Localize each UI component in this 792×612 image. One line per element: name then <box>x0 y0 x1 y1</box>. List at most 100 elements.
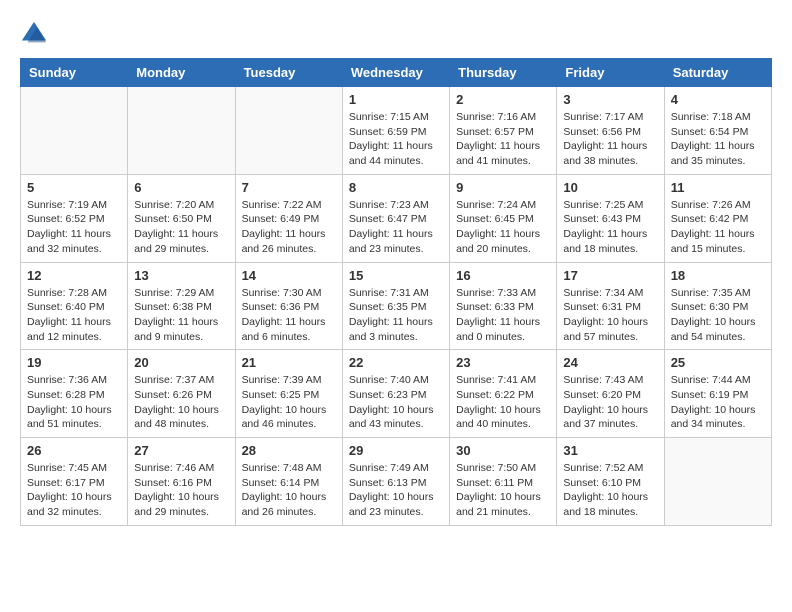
calendar-cell: 26Sunrise: 7:45 AM Sunset: 6:17 PM Dayli… <box>21 438 128 526</box>
day-number: 19 <box>27 355 121 370</box>
day-number: 4 <box>671 92 765 107</box>
calendar-cell <box>128 87 235 175</box>
calendar-cell: 1 Sunrise: 7:15 AM Sunset: 6:59 PM Daylig… <box>342 87 449 175</box>
calendar-cell: 11 Sunrise: 7:26 AM Sunset: 6:42 PM Dayli… <box>664 174 771 262</box>
day-number: 20 <box>134 355 228 370</box>
day-of-week-header: Monday <box>128 59 235 87</box>
day-info: Sunrise: 7:34 AM Sunset: 6:31 PM Dayligh… <box>563 286 657 345</box>
day-info: Sunrise: 7:20 AM Sunset: 6:50 PM Dayligh… <box>134 198 228 257</box>
calendar-cell <box>664 438 771 526</box>
day-number: 2 <box>456 92 550 107</box>
calendar-cell: 27 Sunrise: 7:46 AM Sunset: 6:16 PM Dayli… <box>128 438 235 526</box>
calendar-cell: 7 Sunrise: 7:22 AM Sunset: 6:49 PM Daylig… <box>235 174 342 262</box>
calendar-cell: 2 Sunrise: 7:16 AM Sunset: 6:57 PM Daylig… <box>450 87 557 175</box>
calendar-cell: 9Sunrise: 7:24 AM Sunset: 6:45 PM Daylig… <box>450 174 557 262</box>
day-info: Sunrise: 7:40 AM Sunset: 6:23 PM Dayligh… <box>349 373 443 432</box>
day-info: Sunrise: 7:43 AM Sunset: 6:20 PM Dayligh… <box>563 373 657 432</box>
day-number: 13 <box>134 268 228 283</box>
calendar-cell: 20 Sunrise: 7:37 AM Sunset: 6:26 PM Dayli… <box>128 350 235 438</box>
calendar-cell: 16Sunrise: 7:33 AM Sunset: 6:33 PM Dayli… <box>450 262 557 350</box>
day-info: Sunrise: 7:37 AM Sunset: 6:26 PM Dayligh… <box>134 373 228 432</box>
day-number: 22 <box>349 355 443 370</box>
calendar-cell: 4 Sunrise: 7:18 AM Sunset: 6:54 PM Daylig… <box>664 87 771 175</box>
day-number: 21 <box>242 355 336 370</box>
day-number: 10 <box>563 180 657 195</box>
week-row: 26Sunrise: 7:45 AM Sunset: 6:17 PM Dayli… <box>21 438 772 526</box>
week-row: 12 Sunrise: 7:28 AM Sunset: 6:40 PM Dayli… <box>21 262 772 350</box>
calendar-cell: 29 Sunrise: 7:49 AM Sunset: 6:13 PM Dayli… <box>342 438 449 526</box>
day-number: 7 <box>242 180 336 195</box>
day-info: Sunrise: 7:24 AM Sunset: 6:45 PM Dayligh… <box>456 198 550 257</box>
calendar-cell: 15 Sunrise: 7:31 AM Sunset: 6:35 PM Dayli… <box>342 262 449 350</box>
calendar-header-row: SundayMondayTuesdayWednesdayThursdayFrid… <box>21 59 772 87</box>
week-row: 5Sunrise: 7:19 AM Sunset: 6:52 PM Daylig… <box>21 174 772 262</box>
week-row: 1 Sunrise: 7:15 AM Sunset: 6:59 PM Daylig… <box>21 87 772 175</box>
day-of-week-header: Wednesday <box>342 59 449 87</box>
day-number: 3 <box>563 92 657 107</box>
day-number: 6 <box>134 180 228 195</box>
calendar-table: SundayMondayTuesdayWednesdayThursdayFrid… <box>20 58 772 526</box>
day-number: 26 <box>27 443 121 458</box>
calendar-cell: 3 Sunrise: 7:17 AM Sunset: 6:56 PM Daylig… <box>557 87 664 175</box>
day-info: Sunrise: 7:22 AM Sunset: 6:49 PM Dayligh… <box>242 198 336 257</box>
day-of-week-header: Sunday <box>21 59 128 87</box>
calendar-cell: 19 Sunrise: 7:36 AM Sunset: 6:28 PM Dayli… <box>21 350 128 438</box>
calendar-cell: 18 Sunrise: 7:35 AM Sunset: 6:30 PM Dayli… <box>664 262 771 350</box>
day-info: Sunrise: 7:18 AM Sunset: 6:54 PM Dayligh… <box>671 110 765 169</box>
calendar-cell: 5Sunrise: 7:19 AM Sunset: 6:52 PM Daylig… <box>21 174 128 262</box>
day-number: 27 <box>134 443 228 458</box>
logo <box>20 20 52 48</box>
day-number: 14 <box>242 268 336 283</box>
day-info: Sunrise: 7:17 AM Sunset: 6:56 PM Dayligh… <box>563 110 657 169</box>
day-number: 11 <box>671 180 765 195</box>
calendar-cell <box>21 87 128 175</box>
day-number: 31 <box>563 443 657 458</box>
day-info: Sunrise: 7:15 AM Sunset: 6:59 PM Dayligh… <box>349 110 443 169</box>
calendar-cell: 10 Sunrise: 7:25 AM Sunset: 6:43 PM Dayli… <box>557 174 664 262</box>
day-number: 30 <box>456 443 550 458</box>
day-number: 1 <box>349 92 443 107</box>
day-info: Sunrise: 7:16 AM Sunset: 6:57 PM Dayligh… <box>456 110 550 169</box>
day-of-week-header: Friday <box>557 59 664 87</box>
day-of-week-header: Saturday <box>664 59 771 87</box>
day-info: Sunrise: 7:44 AM Sunset: 6:19 PM Dayligh… <box>671 373 765 432</box>
day-number: 28 <box>242 443 336 458</box>
day-info: Sunrise: 7:29 AM Sunset: 6:38 PM Dayligh… <box>134 286 228 345</box>
day-info: Sunrise: 7:46 AM Sunset: 6:16 PM Dayligh… <box>134 461 228 520</box>
calendar-cell: 31 Sunrise: 7:52 AM Sunset: 6:10 PM Dayli… <box>557 438 664 526</box>
day-info: Sunrise: 7:28 AM Sunset: 6:40 PM Dayligh… <box>27 286 121 345</box>
calendar-cell: 6 Sunrise: 7:20 AM Sunset: 6:50 PM Daylig… <box>128 174 235 262</box>
day-info: Sunrise: 7:41 AM Sunset: 6:22 PM Dayligh… <box>456 373 550 432</box>
day-number: 18 <box>671 268 765 283</box>
day-info: Sunrise: 7:36 AM Sunset: 6:28 PM Dayligh… <box>27 373 121 432</box>
calendar-cell: 17 Sunrise: 7:34 AM Sunset: 6:31 PM Dayli… <box>557 262 664 350</box>
day-info: Sunrise: 7:23 AM Sunset: 6:47 PM Dayligh… <box>349 198 443 257</box>
week-row: 19 Sunrise: 7:36 AM Sunset: 6:28 PM Dayli… <box>21 350 772 438</box>
day-number: 5 <box>27 180 121 195</box>
day-info: Sunrise: 7:33 AM Sunset: 6:33 PM Dayligh… <box>456 286 550 345</box>
day-number: 29 <box>349 443 443 458</box>
day-info: Sunrise: 7:50 AM Sunset: 6:11 PM Dayligh… <box>456 461 550 520</box>
day-info: Sunrise: 7:35 AM Sunset: 6:30 PM Dayligh… <box>671 286 765 345</box>
calendar-cell: 14Sunrise: 7:30 AM Sunset: 6:36 PM Dayli… <box>235 262 342 350</box>
calendar-cell: 21 Sunrise: 7:39 AM Sunset: 6:25 PM Dayli… <box>235 350 342 438</box>
day-info: Sunrise: 7:25 AM Sunset: 6:43 PM Dayligh… <box>563 198 657 257</box>
day-number: 15 <box>349 268 443 283</box>
day-number: 12 <box>27 268 121 283</box>
day-number: 23 <box>456 355 550 370</box>
calendar-cell <box>235 87 342 175</box>
calendar-cell: 12 Sunrise: 7:28 AM Sunset: 6:40 PM Dayli… <box>21 262 128 350</box>
day-info: Sunrise: 7:26 AM Sunset: 6:42 PM Dayligh… <box>671 198 765 257</box>
calendar-cell: 22 Sunrise: 7:40 AM Sunset: 6:23 PM Dayli… <box>342 350 449 438</box>
day-number: 24 <box>563 355 657 370</box>
day-info: Sunrise: 7:39 AM Sunset: 6:25 PM Dayligh… <box>242 373 336 432</box>
day-info: Sunrise: 7:52 AM Sunset: 6:10 PM Dayligh… <box>563 461 657 520</box>
calendar-cell: 23 Sunrise: 7:41 AM Sunset: 6:22 PM Dayli… <box>450 350 557 438</box>
day-info: Sunrise: 7:49 AM Sunset: 6:13 PM Dayligh… <box>349 461 443 520</box>
calendar-cell: 13 Sunrise: 7:29 AM Sunset: 6:38 PM Dayli… <box>128 262 235 350</box>
day-info: Sunrise: 7:31 AM Sunset: 6:35 PM Dayligh… <box>349 286 443 345</box>
calendar-cell: 28Sunrise: 7:48 AM Sunset: 6:14 PM Dayli… <box>235 438 342 526</box>
calendar-cell: 25Sunrise: 7:44 AM Sunset: 6:19 PM Dayli… <box>664 350 771 438</box>
logo-icon <box>20 20 48 48</box>
day-number: 17 <box>563 268 657 283</box>
